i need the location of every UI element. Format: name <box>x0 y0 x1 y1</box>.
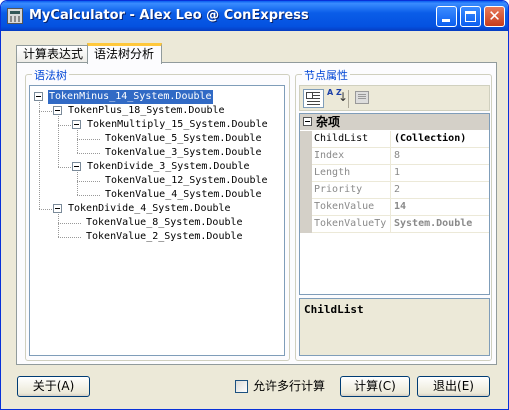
syntax-tree-group-label: 语法树 <box>32 67 69 83</box>
property-grid: 杂项 ChildList (Collection) Index 8 Length 1 Pri… <box>299 113 490 295</box>
tree-connector-line <box>77 139 100 140</box>
property-row[interactable]: Index 8 <box>300 148 489 165</box>
tree-node-label[interactable]: TokenValue_5_System.Double <box>104 132 263 146</box>
property-name: Length <box>314 167 351 178</box>
collapse-icon[interactable] <box>34 92 43 101</box>
collapse-icon[interactable] <box>72 120 81 129</box>
category-row[interactable]: 杂项 <box>300 114 489 130</box>
description-title: ChildList <box>304 303 364 316</box>
minimize-button[interactable] <box>436 6 457 27</box>
property-row-gutter <box>300 216 312 233</box>
property-row[interactable]: Priority 2 <box>300 182 489 199</box>
property-row-gutter <box>300 182 312 199</box>
exit-button[interactable]: 退出(E) <box>417 376 490 397</box>
about-button[interactable]: 关于(A) <box>17 376 90 397</box>
sort-arrow-icon: ↓ <box>338 90 349 104</box>
tab-expression[interactable]: 计算表达式 <box>16 45 88 63</box>
property-grid-toolbar: A Z ↓ <box>299 85 490 111</box>
syntax-tree-view[interactable]: TokenMinus_14_System.Double TokenPlus_18_… <box>29 85 285 356</box>
tree-connector-line <box>58 214 59 237</box>
tree-connector-line <box>39 209 53 210</box>
property-name: ChildList <box>314 133 369 144</box>
property-value[interactable]: 14 <box>390 199 489 215</box>
property-row-gutter <box>300 199 312 216</box>
title-bar[interactable]: MyCalculator - Alex Leo @ ConExpress ✕ <box>1 1 508 31</box>
property-value[interactable]: 2 <box>390 182 489 198</box>
tree-node-label[interactable]: TokenPlus_18_System.Double <box>67 104 226 118</box>
property-row-gutter <box>300 165 312 182</box>
tab-syntax-tree[interactable]: 语法树分析 <box>87 43 162 64</box>
property-row-gutter <box>300 148 312 165</box>
maximize-icon <box>465 11 476 22</box>
property-row[interactable]: TokenValue 14 <box>300 199 489 216</box>
property-row[interactable]: ChildList (Collection) <box>300 131 489 148</box>
tree-node-label[interactable]: TokenValue_3_System.Double <box>104 146 263 160</box>
tree-connector-line <box>58 125 72 126</box>
tree-node-label[interactable]: TokenMultiply_15_System.Double <box>86 118 269 132</box>
category-label: 杂项 <box>316 115 341 129</box>
tree-node-label[interactable]: TokenValue_8_System.Double <box>85 216 244 230</box>
node-properties-group-label: 节点属性 <box>302 67 350 83</box>
tree-connector-line <box>77 130 78 153</box>
tree-connector-line <box>58 223 81 224</box>
tree-connector-line <box>58 116 59 167</box>
property-pages-button[interactable] <box>352 89 373 108</box>
collapse-icon[interactable] <box>53 106 62 115</box>
tree-connector-line <box>77 195 100 196</box>
tree-node-label[interactable]: TokenValue_2_System.Double <box>85 230 244 244</box>
calculate-button[interactable]: 计算(C) <box>340 376 410 397</box>
categorized-icon <box>306 92 320 105</box>
alphabetical-button[interactable]: A Z ↓ <box>325 89 349 108</box>
property-row-gutter <box>300 131 312 148</box>
close-icon: ✕ <box>488 7 501 25</box>
property-value[interactable]: 8 <box>390 148 489 164</box>
window-title: MyCalculator - Alex Leo @ ConExpress <box>29 8 309 23</box>
tree-connector-line <box>77 181 100 182</box>
tree-connector-line <box>77 153 100 154</box>
syntax-tree-group: 语法树 TokenMinus_14_System.Double TokenPlus… <box>25 67 290 361</box>
calculator-app-icon <box>7 8 23 24</box>
multiline-label: 允许多行计算 <box>253 379 326 393</box>
property-name: Index <box>314 150 345 161</box>
main-window: MyCalculator - Alex Leo @ ConExpress ✕ 计… <box>0 0 509 410</box>
tree-connector-line <box>39 111 53 112</box>
close-button[interactable]: ✕ <box>484 6 505 27</box>
tree-node-label[interactable]: TokenValue_12_System.Double <box>104 174 269 188</box>
tree-node-label[interactable]: TokenDivide_4_System.Double <box>67 202 232 216</box>
tree-connector-line <box>39 102 40 209</box>
collapse-icon[interactable] <box>303 117 312 126</box>
collapse-icon[interactable] <box>72 162 81 171</box>
tree-connector-line <box>58 237 81 238</box>
property-name: Priority <box>314 184 363 195</box>
tree-node-label[interactable]: TokenValue_4_System.Double <box>104 188 263 202</box>
tab-panel: 语法树 TokenMinus_14_System.Double TokenPlus… <box>16 62 497 365</box>
property-value[interactable]: System.Double <box>390 216 489 232</box>
tree-connector-line <box>77 172 78 195</box>
toolbar-separator <box>348 90 349 108</box>
property-name: TokenValue <box>314 201 375 212</box>
property-value[interactable]: 1 <box>390 165 489 181</box>
tree-connector-line <box>58 167 72 168</box>
minimize-icon <box>442 19 450 22</box>
property-description-pane: ChildList <box>299 298 490 356</box>
collapse-icon[interactable] <box>53 204 62 213</box>
categorized-button[interactable] <box>303 89 324 108</box>
node-properties-group: 节点属性 A Z ↓ 杂项 ChildList (Collection) Ind… <box>295 67 492 361</box>
property-row[interactable]: Length 1 <box>300 165 489 182</box>
maximize-button[interactable] <box>460 6 481 27</box>
property-row[interactable]: TokenValueTypeSystem.Double <box>300 216 489 233</box>
checkbox-box[interactable] <box>235 380 248 393</box>
tree-node-label[interactable]: TokenMinus_14_System.Double <box>47 89 214 105</box>
property-value[interactable]: (Collection) <box>390 131 489 147</box>
property-name: TokenValueType <box>314 218 387 229</box>
property-pages-icon <box>355 91 369 104</box>
tree-node-label[interactable]: TokenDivide_3_System.Double <box>86 160 251 174</box>
